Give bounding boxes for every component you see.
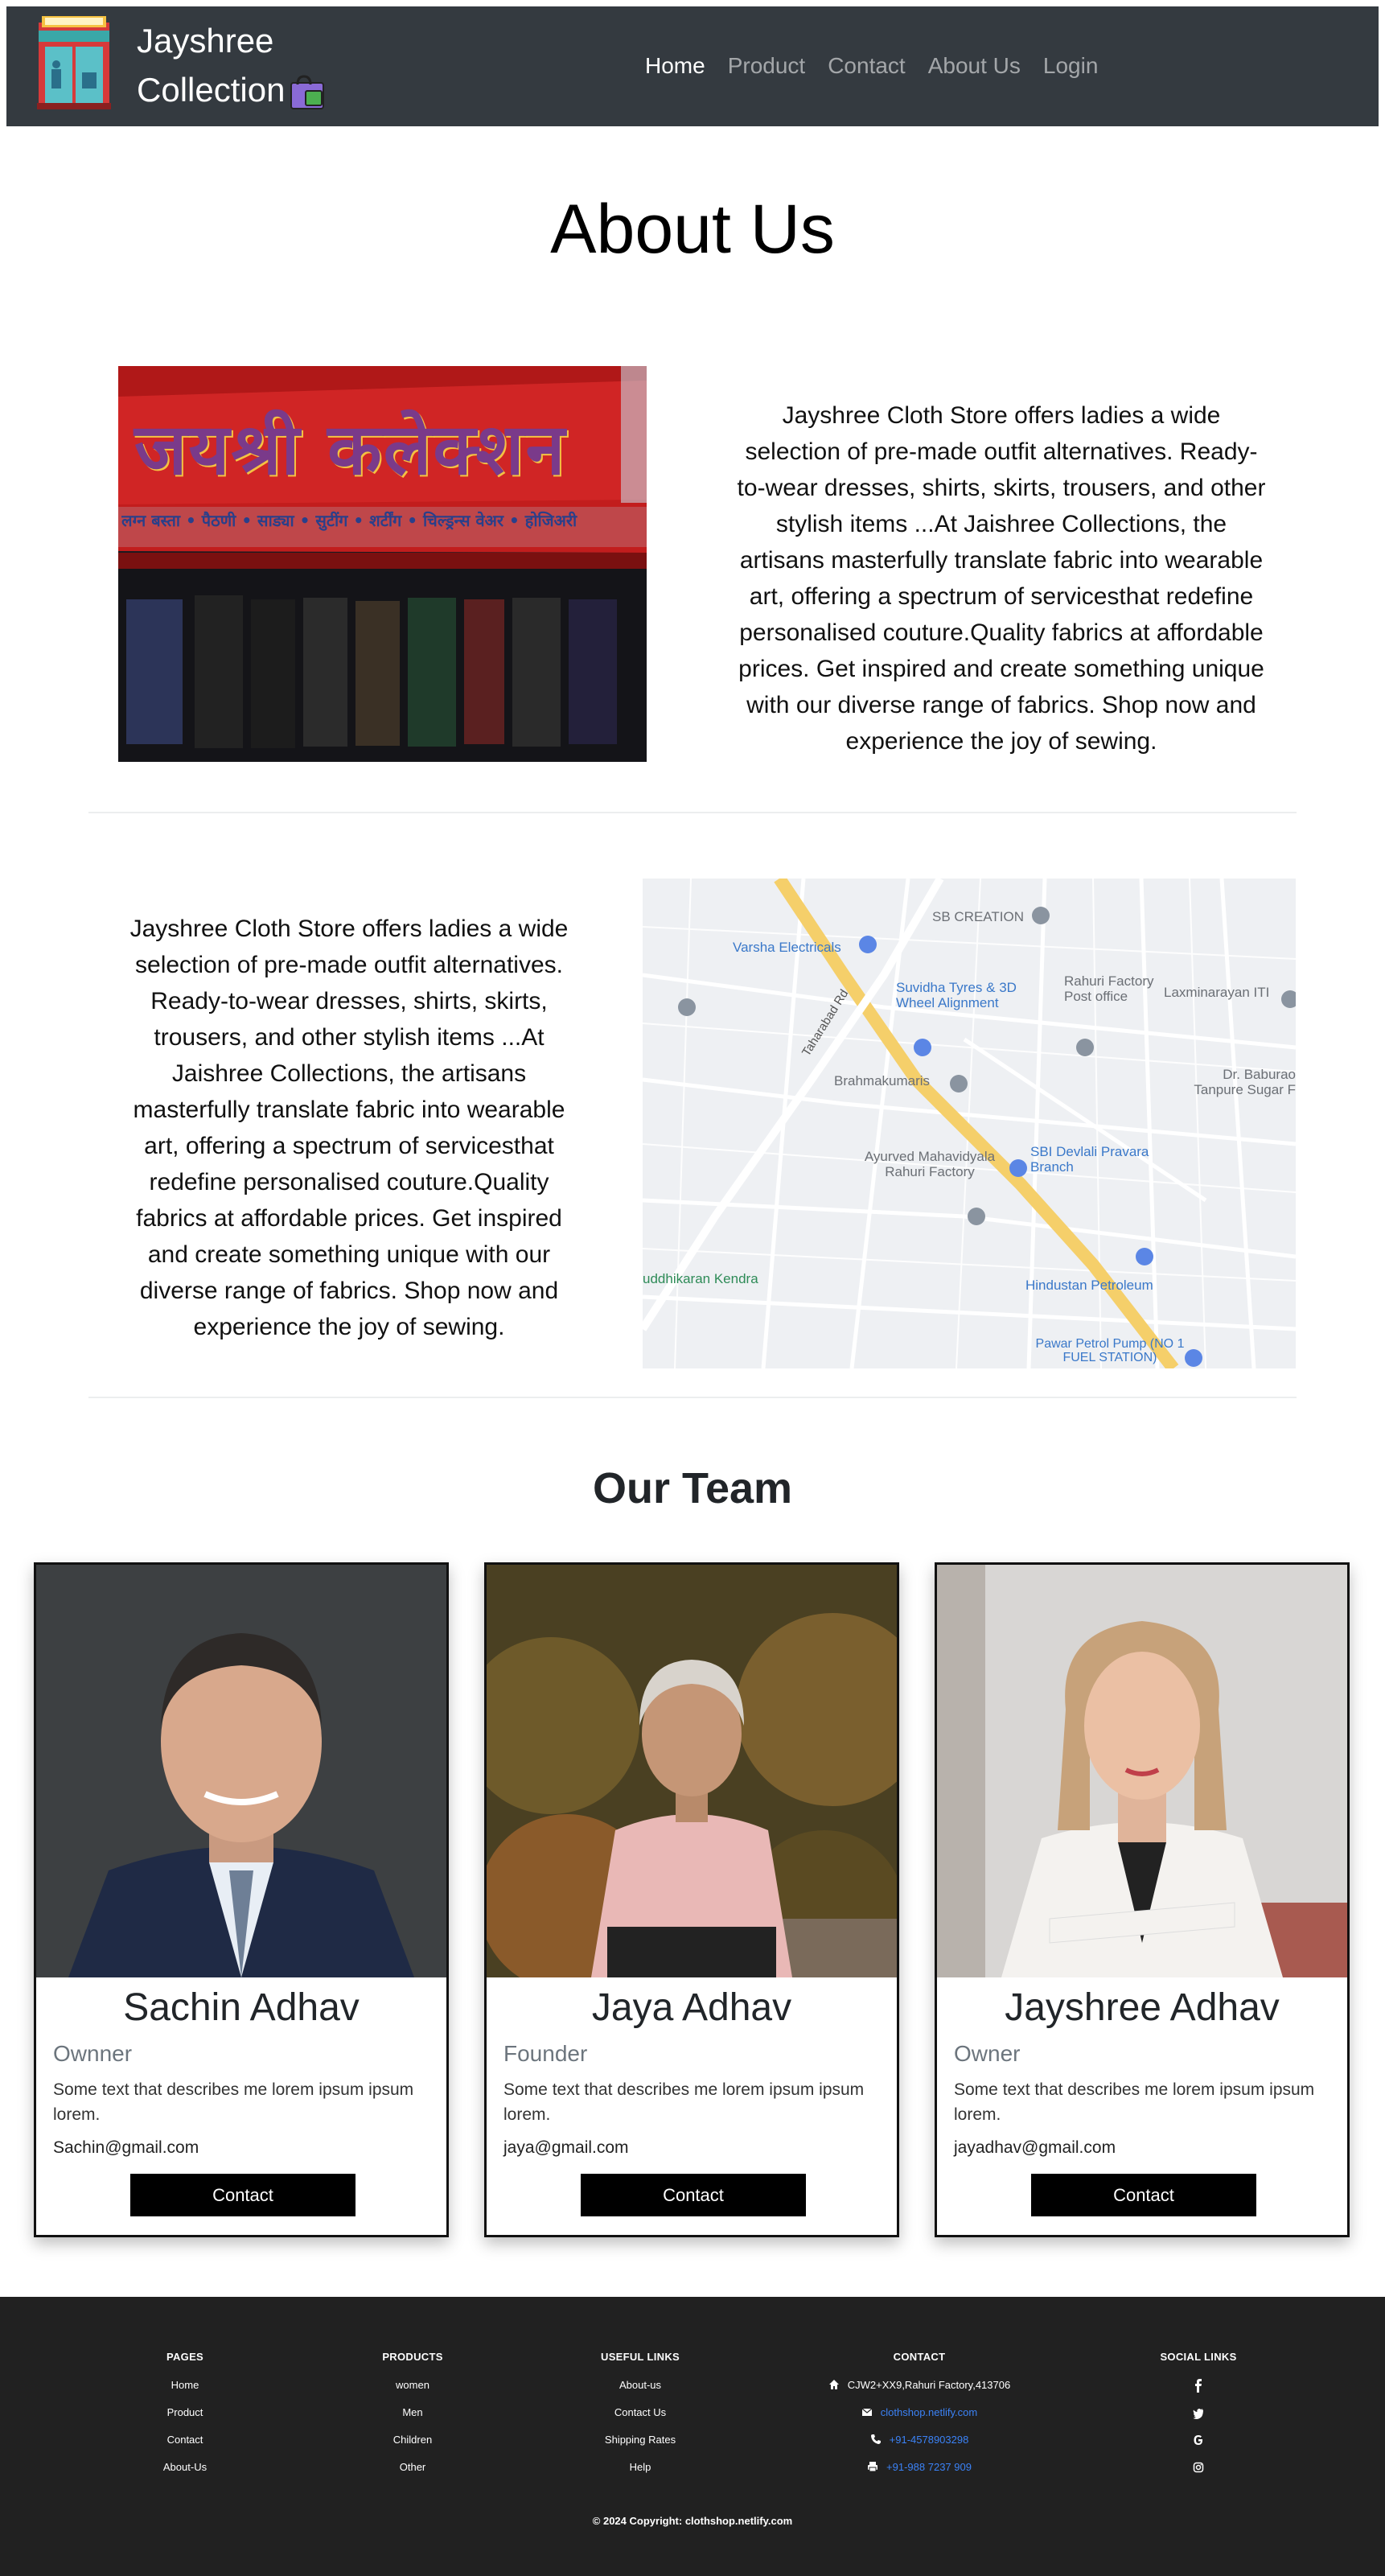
map-label: Suvidha Tyres & 3D Wheel Alignment [896,980,1017,1010]
footer-address: CJW2+XX9,Rahuri Factory,413706 [799,2378,1040,2393]
footer-heading: USEFUL LINKS [601,2351,680,2363]
map-label: Ayurved Mahavidyala Rahuri Factory [864,1149,996,1179]
footer-link-help[interactable]: Help [520,2460,761,2475]
map-label: Laxminarayan ITI [1164,985,1270,1000]
team-member-description: Some text that describes me lorem ipsum … [53,2080,414,2124]
team-member-name: Jaya Adhav [591,1986,792,2029]
store-sign-text: जयश्री कलेक्शन [134,407,567,491]
team-member-role: Ownner [53,2041,133,2066]
map-label: Hindustan Petroleum [1025,1278,1153,1293]
footer-link-other[interactable]: Other [292,2460,533,2475]
about-paragraph-2: Jayshree Cloth Store offers ladies a wid… [129,916,569,1340]
contact-button[interactable]: Contact [1031,2174,1256,2216]
team-member-name: Jayshree Adhav [1005,1986,1280,2029]
print-icon [868,2462,878,2472]
footer-address-text: CJW2+XX9,Rahuri Factory,413706 [847,2379,1011,2391]
footer-link-women[interactable]: women [292,2378,533,2393]
team-title: Our Team [592,1464,793,1512]
footer-link-home[interactable]: Home [64,2378,306,2393]
footer-link-contact[interactable]: Contact [64,2433,306,2447]
twitter-icon[interactable] [1193,2405,1204,2420]
envelope-icon [861,2408,873,2416]
team-member-email: Sachin@gmail.com [53,2138,199,2157]
store-logo-icon[interactable] [37,16,111,109]
team-member-photo [937,1565,1347,1977]
brand-line-1: Jayshree [137,22,274,60]
nav-links: Home Product Contact About Us Login [634,51,1109,80]
team-member-email: jayadhav@gmail.com [954,2138,1116,2157]
footer-heading: CONTACT [893,2351,946,2363]
map-label: uddhikaran Kendra [643,1271,758,1286]
team-card: Sachin Adhav Ownner Some text that descr… [34,1562,449,2237]
brand-line-2: Collection [137,71,286,109]
nav-link-about-us[interactable]: About Us [917,51,1032,80]
brand-name[interactable]: Jayshree Collection [137,16,327,114]
location-map[interactable]: Varsha Electricals SB CREATION Suvidha T… [643,879,1296,1368]
footer-heading: PAGES [166,2351,204,2363]
footer-link-product[interactable]: Product [64,2405,306,2420]
footer-fax-text: +91-988 7237 909 [886,2461,972,2473]
team-member-role: Owner [954,2041,1021,2066]
team-member-role: Founder [503,2041,588,2066]
team-member-photo [36,1565,446,1977]
team-card: Jayshree Adhav Owner Some text that desc… [935,1562,1350,2237]
phone-icon [870,2434,881,2444]
store-photo: जयश्री कलेक्शन लग्न बस्ता • पैठणी • साड्… [118,366,647,762]
google-icon[interactable] [1193,2433,1204,2447]
footer-useful-links-column: USEFUL LINKS About-us Contact Us Shippin… [520,2350,761,2488]
map-label: SBI Devlali Pravara Branch [1030,1144,1149,1175]
footer-pages-column: PAGES Home Product Contact About-Us [64,2350,306,2488]
footer-link-about-us[interactable]: About-Us [64,2460,306,2475]
divider [88,812,1297,813]
page-title: About Us [550,191,835,268]
footer-phone-text: +91-4578903298 [889,2434,969,2446]
team-member-name: Sachin Adhav [123,1986,360,2029]
home-icon [828,2380,839,2389]
footer-link-contact-us[interactable]: Contact Us [520,2405,761,2420]
team-member-description: Some text that describes me lorem ipsum … [503,2080,865,2124]
nav-link-login[interactable]: Login [1032,51,1110,80]
footer-social-column: SOCIAL LINKS [1078,2350,1319,2488]
navbar: Jayshree Collection Home Product Contact… [6,6,1379,126]
footer-email[interactable]: clothshop.netlify.com [799,2405,1040,2420]
footer-fax[interactable]: +91-988 7237 909 [799,2460,1040,2475]
nav-link-home[interactable]: Home [634,51,717,80]
team-card: Jaya Adhav Founder Some text that descri… [484,1562,899,2237]
footer-heading: PRODUCTS [382,2351,443,2363]
about-paragraph: Jayshree Cloth Store offers ladies a wid… [737,402,1266,755]
map-label: Dr. Baburao Tanpure Sugar F [1194,1067,1296,1097]
map-label: Varsha Electricals [733,940,841,955]
facebook-icon[interactable] [1193,2378,1204,2393]
footer: PAGES Home Product Contact About-Us PROD… [0,2297,1385,2576]
map-label: Pawar Petrol Pump (NO 1 FUEL STATION) [1035,1337,1185,1364]
team-member-description: Some text that describes me lorem ipsum … [954,2080,1315,2124]
footer-link-men[interactable]: Men [292,2405,533,2420]
footer-link-shipping-rates[interactable]: Shipping Rates [520,2433,761,2447]
shopping-bag-icon [290,75,325,109]
instagram-icon[interactable] [1193,2460,1204,2475]
map-label: SB CREATION [932,909,1024,924]
footer-link-about-us[interactable]: About-us [520,2378,761,2393]
team-member-photo [487,1565,897,1977]
footer-contact-column: CONTACT CJW2+XX9,Rahuri Factory,413706 c… [799,2350,1040,2488]
footer-products-column: PRODUCTS women Men Children Other [292,2350,533,2488]
nav-link-contact[interactable]: Contact [816,51,917,80]
store-sign-subtext: लग्न बस्ता • पैठणी • साड्या • सुटींग • श… [121,511,577,530]
contact-button[interactable]: Contact [581,2174,806,2216]
copyright: © 2024 Copyright: clothshop.netlify.com [592,2515,793,2527]
divider [88,1397,1297,1398]
footer-heading: SOCIAL LINKS [1160,2351,1237,2363]
footer-phone[interactable]: +91-4578903298 [799,2433,1040,2447]
contact-button[interactable]: Contact [130,2174,355,2216]
nav-link-product[interactable]: Product [717,51,817,80]
footer-email-text: clothshop.netlify.com [880,2406,978,2418]
map-label: Brahmakumaris [834,1073,931,1088]
team-member-email: jaya@gmail.com [503,2138,629,2157]
footer-link-children[interactable]: Children [292,2433,533,2447]
map-label: Rahuri Factory Post office [1064,973,1154,1004]
